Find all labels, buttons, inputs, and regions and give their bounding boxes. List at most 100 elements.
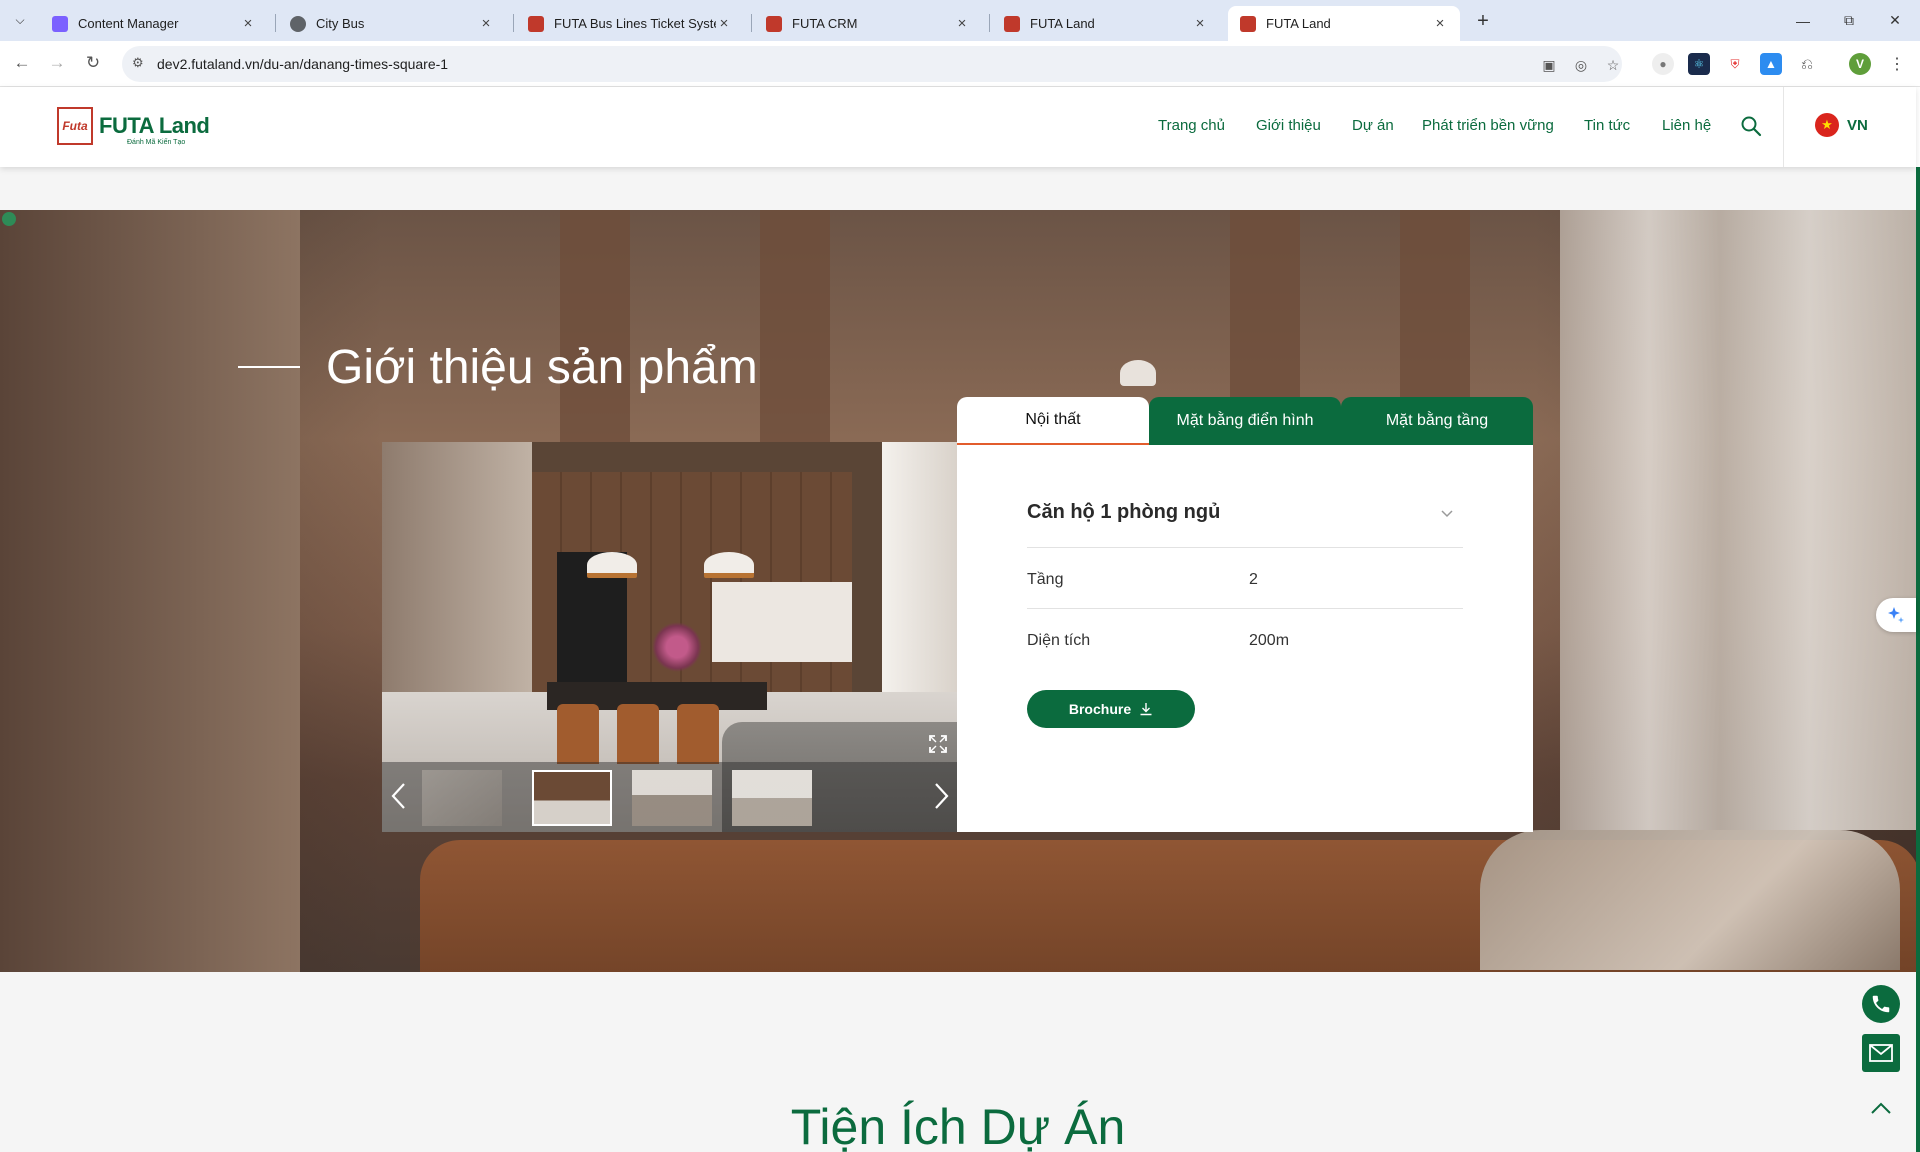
bookmark-star-icon[interactable]: ☆ <box>1603 55 1623 75</box>
close-tab-icon[interactable]: × <box>954 15 970 32</box>
nav-sustainability[interactable]: Phát triển bền vững <box>1422 117 1554 134</box>
scroll-to-top-button[interactable] <box>1862 1089 1900 1127</box>
product-tabs: Nội thất Mặt bằng điển hình Mặt bằng tần… <box>957 397 1533 445</box>
unit-type-select[interactable]: Căn hộ 1 phòng ngủ <box>1027 501 1220 524</box>
browser-tab[interactable]: FUTA CRM × <box>754 6 982 41</box>
shield-extension-icon[interactable]: ⛨ <box>1724 53 1746 75</box>
section-title: Giới thiệu sản phẩm <box>326 341 758 394</box>
forward-icon[interactable]: → <box>44 50 70 76</box>
site-settings-icon[interactable]: ⚙ <box>132 55 150 73</box>
scroll-track <box>1916 87 1920 167</box>
globe-icon <box>290 15 306 32</box>
title-accent-line <box>238 366 300 368</box>
tab-typical-floor-plan[interactable]: Mặt bằng điển hình <box>1149 397 1341 445</box>
brochure-label: Brochure <box>1068 701 1132 717</box>
logo-text: FUTA Land <box>99 113 210 138</box>
tab-separator <box>989 14 990 32</box>
chevron-down-icon[interactable] <box>1439 505 1455 521</box>
tab-title: FUTA Land <box>1266 16 1331 31</box>
favicon-icon <box>1240 15 1256 32</box>
nav-home[interactable]: Trang chủ <box>1158 117 1225 134</box>
tab-separator <box>275 14 276 32</box>
profile-avatar[interactable]: V <box>1849 53 1871 75</box>
favicon-icon <box>766 15 782 32</box>
nav-about[interactable]: Giới thiệu <box>1256 117 1321 134</box>
decor <box>0 210 300 972</box>
previous-arrow-icon[interactable] <box>386 778 412 814</box>
new-tab-button[interactable]: + <box>1470 8 1496 34</box>
nav-news[interactable]: Tin tức <box>1584 117 1630 134</box>
decor <box>557 704 599 764</box>
decor <box>587 552 637 578</box>
minimize-icon[interactable]: — <box>1780 0 1826 41</box>
decor <box>882 442 957 712</box>
extension-icon[interactable]: ▲ <box>1760 53 1782 75</box>
tab-search-icon[interactable]: ⌵ <box>8 8 32 32</box>
restore-icon[interactable]: ⧉ <box>1826 0 1872 41</box>
back-icon[interactable]: ← <box>9 50 35 76</box>
browser-tab[interactable]: Content Manager × <box>40 6 268 41</box>
decor <box>677 704 719 764</box>
gallery-thumbnail-active[interactable] <box>532 770 612 826</box>
nav-contact[interactable]: Liên hệ <box>1662 117 1711 134</box>
close-tab-icon[interactable]: × <box>1192 15 1208 32</box>
tab-floor-plan[interactable]: Mặt bằng tầng <box>1341 397 1533 445</box>
sparkle-tool-icon[interactable] <box>1876 598 1916 632</box>
gallery-thumbnail[interactable] <box>422 770 502 826</box>
favicon-icon <box>52 15 68 32</box>
floor-value: 2 <box>1249 571 1258 588</box>
browser-toolbar: ← → ↻ ⚙ dev2.futaland.vn/du-an/danang-ti… <box>0 41 1920 87</box>
url-text: dev2.futaland.vn/du-an/danang-times-squa… <box>157 56 449 72</box>
browser-tab-active[interactable]: FUTA Land × <box>1228 6 1460 41</box>
close-tab-icon[interactable]: × <box>240 15 256 32</box>
decor <box>1120 360 1156 386</box>
language-label: VN <box>1847 116 1868 134</box>
area-value: 200m <box>1249 632 1290 649</box>
search-icon[interactable] <box>1740 115 1762 137</box>
browser-menu-icon[interactable]: ⋮ <box>1886 53 1908 75</box>
extension-icon[interactable]: ● <box>1652 53 1674 75</box>
brochure-download-button[interactable]: Brochure <box>1027 690 1195 728</box>
address-bar[interactable]: ⚙ dev2.futaland.vn/du-an/danang-times-sq… <box>122 46 1622 82</box>
scrollbar-thumb[interactable] <box>1916 167 1920 1152</box>
gallery-thumbnail[interactable] <box>732 770 812 826</box>
futa-land-logo[interactable]: Futa FUTA Land Đánh Mã Kiến Tạo <box>57 107 210 146</box>
decor <box>652 622 702 672</box>
mail-icon <box>1869 1044 1893 1062</box>
favicon-icon <box>528 15 544 32</box>
install-app-icon[interactable]: ▣ <box>1539 55 1559 75</box>
divider <box>1027 547 1463 548</box>
divider <box>1027 608 1463 609</box>
close-window-icon[interactable]: ✕ <box>1872 0 1918 41</box>
gallery-thumbnail[interactable] <box>632 770 712 826</box>
browser-tab[interactable]: FUTA Land × <box>992 6 1220 41</box>
close-tab-icon[interactable]: × <box>716 15 732 32</box>
fullscreen-icon[interactable] <box>929 735 947 753</box>
tab-interior[interactable]: Nội thất <box>957 397 1149 445</box>
logo-tagline: Đánh Mã Kiến Tạo <box>127 139 186 146</box>
tab-separator <box>751 14 752 32</box>
area-label: Diện tích <box>1027 632 1091 649</box>
phone-call-button[interactable] <box>1862 985 1900 1023</box>
tab-title: FUTA Bus Lines Ticket System <box>554 16 716 31</box>
nav-projects[interactable]: Dự án <box>1352 117 1394 134</box>
browser-tab[interactable]: City Bus × <box>278 6 506 41</box>
close-tab-icon[interactable]: × <box>1432 15 1448 32</box>
puzzle-extensions-icon[interactable]: ⎌ <box>1796 53 1818 75</box>
eye-off-icon[interactable]: ◎ <box>1571 55 1591 75</box>
vietnam-flag-icon: ★ <box>1815 113 1839 137</box>
reload-icon[interactable]: ↻ <box>80 50 106 76</box>
tab-title: City Bus <box>316 16 365 31</box>
unit-info-card: Căn hộ 1 phòng ngủ Tầng 2 Diện tích 200m… <box>957 445 1533 832</box>
phone-icon <box>1872 995 1890 1013</box>
browser-tab[interactable]: FUTA Bus Lines Ticket System × <box>516 6 744 41</box>
close-tab-icon[interactable]: × <box>478 15 494 32</box>
header-divider <box>1783 87 1784 167</box>
email-button[interactable] <box>1862 1034 1900 1072</box>
next-arrow-icon[interactable] <box>928 778 954 814</box>
status-dot <box>2 212 16 226</box>
decor <box>704 552 754 578</box>
language-switcher[interactable]: ★ VN <box>1815 113 1868 137</box>
decor <box>1560 210 1916 830</box>
react-devtools-icon[interactable]: ⚛ <box>1688 53 1710 75</box>
